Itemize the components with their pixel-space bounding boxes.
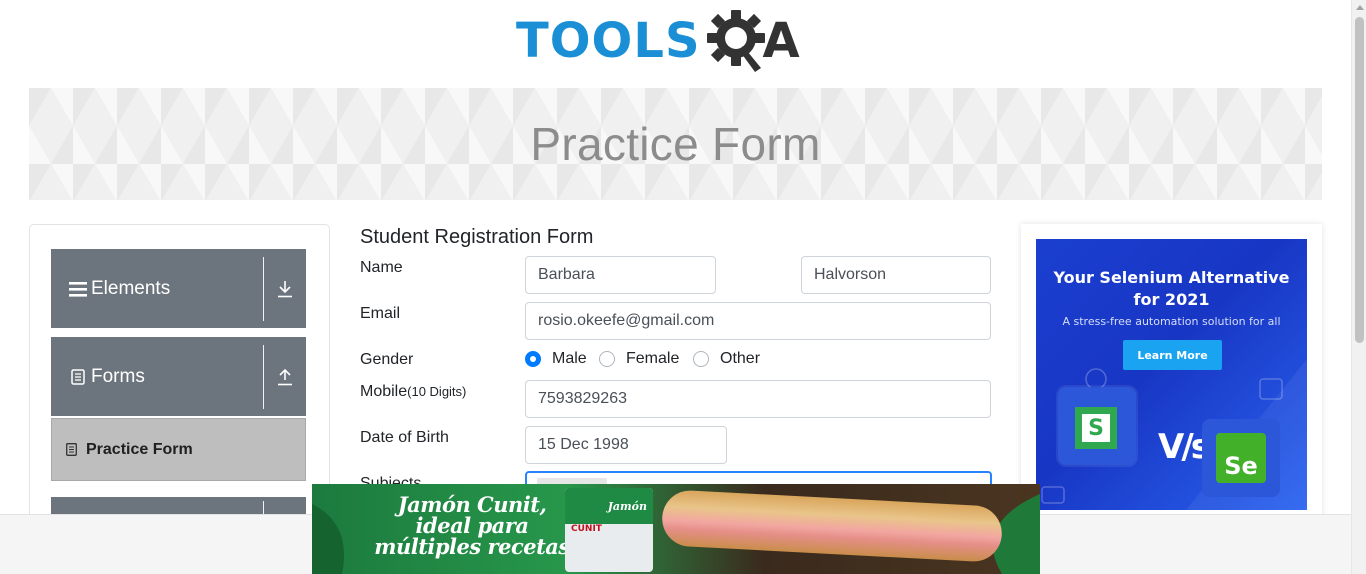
vertical-scrollbar[interactable] <box>1351 0 1366 574</box>
learn-more-button[interactable]: Learn More <box>1123 340 1222 370</box>
sidebar-item-practice-form[interactable]: Practice Form <box>51 418 306 481</box>
right-ad-card: Your Selenium Alternative for 2021 A str… <box>1021 224 1322 554</box>
mobile-hint: (10 Digits) <box>407 384 467 399</box>
gender-label: Gender <box>360 351 414 368</box>
nav-group-elements[interactable]: Elements <box>51 249 306 328</box>
gear-icon <box>703 8 769 74</box>
radio-checked-icon[interactable] <box>525 351 541 367</box>
toolsqa-logo[interactable]: TOOLS A <box>516 5 838 77</box>
upload-icon[interactable] <box>264 337 306 416</box>
form-doc-icon <box>66 443 80 456</box>
first-name-input[interactable]: Barbara <box>525 256 716 294</box>
katalon-logo-icon: S <box>1058 387 1136 465</box>
ad-title-line: Your Selenium Alternative <box>1053 268 1290 287</box>
pack-label: Jamón <box>607 500 647 513</box>
last-name-input[interactable]: Halvorson <box>801 256 991 294</box>
mobile-label-text: Mobile <box>360 383 408 400</box>
menu-lines-icon <box>67 281 89 297</box>
bottom-ad-line: Jamón Cunit, <box>397 492 547 517</box>
radio-label: Female <box>626 350 680 367</box>
selenium-alternative-ad[interactable]: Your Selenium Alternative for 2021 A str… <box>1036 239 1307 510</box>
nav-divider <box>263 256 264 321</box>
sidebar-item-label: Practice Form <box>86 440 193 458</box>
tile-letter: Se <box>1216 433 1266 483</box>
page: TOOLS A Practice Form Elements Forms Pra… <box>0 0 1366 574</box>
bottom-ad-line: ideal para <box>415 513 529 538</box>
bottom-ad-copy: Jamón Cunit, ideal para múltiples receta… <box>372 494 572 557</box>
logo-tools-text: TOOLS <box>516 13 701 69</box>
ham-package-image: Jamón CUNIT <box>565 488 653 572</box>
radio-label: Other <box>720 350 761 367</box>
page-banner: Practice Form <box>29 88 1322 200</box>
pack-brand: CUNIT <box>571 524 602 534</box>
nav-group-label: Forms <box>91 365 145 387</box>
mobile-input[interactable]: 7593829263 <box>525 380 991 418</box>
bottom-ad-line: múltiples recetas <box>374 534 570 559</box>
email-input[interactable]: rosio.okeefe@gmail.com <box>525 302 991 340</box>
scrollbar-thumb[interactable] <box>1355 17 1364 343</box>
gender-radio-other[interactable]: Other <box>693 350 760 368</box>
gender-radio-male[interactable]: Male <box>525 350 587 368</box>
download-icon[interactable] <box>264 249 306 328</box>
selenium-logo-icon: Se <box>1202 419 1280 497</box>
form-title: Student Registration Form <box>360 226 594 248</box>
email-label: Email <box>360 305 401 322</box>
radio-label: Male <box>552 350 587 367</box>
nav-divider <box>263 344 264 409</box>
mobile-label: Mobile(10 Digits) <box>360 383 466 401</box>
dob-input[interactable]: 15 Dec 1998 <box>525 426 727 464</box>
radio-unchecked-icon[interactable] <box>693 351 709 367</box>
gender-radio-female[interactable]: Female <box>599 350 679 368</box>
scroll-up-arrow-icon[interactable] <box>1352 0 1366 15</box>
dob-label: Date of Birth <box>360 429 449 446</box>
tile-letter: S <box>1082 414 1110 442</box>
ad-subtitle: A stress-free automation solution for al… <box>1062 315 1281 328</box>
ad-title: Your Selenium Alternative for 2021 <box>1036 267 1307 311</box>
radio-unchecked-icon[interactable] <box>599 351 615 367</box>
ad-vs-text: V/s <box>1158 427 1211 467</box>
ad-title-line: for 2021 <box>1133 290 1210 309</box>
nav-group-forms[interactable]: Forms <box>51 337 306 416</box>
form-doc-icon <box>67 368 89 385</box>
bottom-banner-ad[interactable]: Jamón Cunit, ideal para múltiples receta… <box>312 484 1040 574</box>
nav-group-label: Elements <box>91 277 171 299</box>
name-label: Name <box>360 259 403 276</box>
left-nav: Elements Forms Practice Form <box>29 224 330 555</box>
page-title: Practice Form <box>530 118 821 170</box>
